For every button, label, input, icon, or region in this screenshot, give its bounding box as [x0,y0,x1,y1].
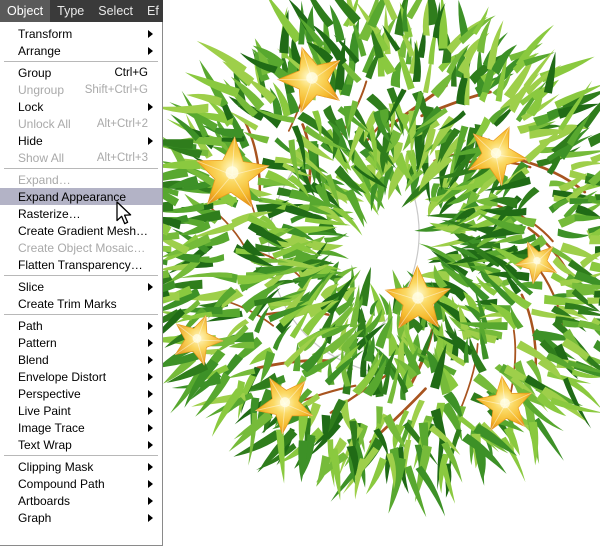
menu-item-label: Expand Appearance [18,189,127,204]
submenu-arrow-icon [148,479,153,488]
menu-item-artboards[interactable]: Artboards [0,492,162,509]
menu-item-ungroup: Ungroup Shift+Ctrl+G [0,81,162,98]
submenu-arrow-icon [148,406,153,415]
menu-item-label: Arrange [18,43,61,58]
menu-item-compound-path[interactable]: Compound Path [0,475,162,492]
menubar-item-label: Type [57,3,85,18]
menu-item-blend[interactable]: Blend [0,351,162,368]
menu-item-label: Unlock All [18,116,71,131]
menu-item-label: Pattern [18,335,57,350]
wreath-needle [185,72,240,98]
menu-item-path[interactable]: Path [0,317,162,334]
submenu-arrow-icon [148,496,153,505]
submenu-arrow-icon [148,440,153,449]
illustrator-window: Object Type Select Ef Transform Arrange Group… [0,0,600,550]
menu-item-label: Live Paint [18,403,71,418]
menubar-item-label: Select [98,3,133,18]
menu-item-label: Path [18,318,43,333]
wreath-needle [570,161,600,171]
menu-item-transform[interactable]: Transform [0,25,162,42]
menu-item-label: Show All [18,150,65,165]
menu-item-create-object-mosaic: Create Object Mosaic… [0,239,162,256]
wreath-needle [528,421,539,466]
menu-item-create-trim-marks[interactable]: Create Trim Marks [0,295,162,312]
submenu-arrow-icon [148,389,153,398]
menubar-item-type[interactable]: Type [50,0,91,22]
menu-item-shortcut: Alt+Ctrl+2 [96,117,148,130]
menubar-item-ef[interactable]: Ef [140,0,159,22]
submenu-arrow-icon [148,46,153,55]
submenu-arrow-icon [148,423,153,432]
menu-item-label: Artboards [18,493,71,508]
menu-item-expand-appearance[interactable]: Expand Appearance [0,188,162,205]
menu-item-live-paint[interactable]: Live Paint [0,402,162,419]
wreath-needle [557,228,591,239]
menu-item-rasterize[interactable]: Rasterize… [0,205,162,222]
submenu-arrow-icon [148,282,153,291]
menu-item-flatten-transparency[interactable]: Flatten Transparency… [0,256,162,273]
object-menu-dropdown[interactable]: Transform Arrange Group Ctrl+G Ungroup Shift+… [0,22,163,546]
menu-item-label: Graph [18,510,52,525]
menu-item-graph[interactable]: Graph [0,509,162,526]
menu-item-label: Slice [18,279,45,294]
menu-item-expand: Expand… [0,171,162,188]
wreath-needle [155,103,209,114]
submenu-arrow-icon [148,338,153,347]
menu-item-shortcut: Ctrl+G [114,66,148,79]
submenu-arrow-icon [148,29,153,38]
wreath-needle [589,235,600,245]
menu-item-label: Hide [18,133,43,148]
menu-item-label: Create Trim Marks [18,296,117,311]
wreath-needle [358,266,371,307]
menubar-item-label: Object [7,3,44,18]
menu-item-label: Ungroup [18,82,65,97]
menu-item-slice[interactable]: Slice [0,278,162,295]
wreath-needle [248,412,258,466]
menu-item-label: Rasterize… [18,206,81,221]
submenu-arrow-icon [148,136,153,145]
menu-item-label: Group [18,65,52,80]
submenu-arrow-icon [148,321,153,330]
menu-item-label: Perspective [18,386,81,401]
menu-item-shortcut: Shift+Ctrl+G [84,83,148,96]
menu-item-label: Expand… [18,172,71,187]
menu-item-lock[interactable]: Lock [0,98,162,115]
menu-item-label: Image Trace [18,420,85,435]
menubar-item-label: Ef [147,3,159,18]
menu-item-label: Text Wrap [18,437,72,452]
menu-item-label: Compound Path [18,476,105,491]
menu-item-text-wrap[interactable]: Text Wrap [0,436,162,453]
menu-item-label: Lock [18,99,44,114]
submenu-arrow-icon [148,513,153,522]
menubar-item-object[interactable]: Object [0,0,51,22]
menu-item-pattern[interactable]: Pattern [0,334,162,351]
submenu-arrow-icon [148,462,153,471]
menu-item-label: Clipping Mask [18,459,94,474]
menu-item-label: Create Gradient Mesh… [18,223,149,238]
menu-item-label: Create Object Mosaic… [18,240,146,255]
submenu-arrow-icon [148,102,153,111]
menu-item-unlock-all: Unlock All Alt+Ctrl+2 [0,115,162,132]
menu-item-group[interactable]: Group Ctrl+G [0,64,162,81]
menubar-item-select[interactable]: Select [91,0,140,22]
menu-item-label: Blend [18,352,49,367]
menu-item-image-trace[interactable]: Image Trace [0,419,162,436]
menu-bar[interactable]: Object Type Select Ef [0,0,163,22]
menu-item-perspective[interactable]: Perspective [0,385,162,402]
submenu-arrow-icon [148,372,153,381]
wreath-needle [233,415,267,440]
wreath-needle [590,154,600,164]
menu-item-envelope-distort[interactable]: Envelope Distort [0,368,162,385]
submenu-arrow-icon [148,355,153,364]
menu-item-arrange[interactable]: Arrange [0,42,162,59]
menu-item-label: Transform [18,26,73,41]
menu-item-clipping-mask[interactable]: Clipping Mask [0,458,162,475]
menu-item-shortcut: Alt+Ctrl+3 [96,151,148,164]
menu-item-label: Flatten Transparency… [18,257,143,272]
menu-item-label: Envelope Distort [18,369,107,384]
menu-item-create-gradient-mesh[interactable]: Create Gradient Mesh… [0,222,162,239]
menu-item-show-all: Show All Alt+Ctrl+3 [0,149,162,166]
menu-item-hide[interactable]: Hide [0,132,162,149]
